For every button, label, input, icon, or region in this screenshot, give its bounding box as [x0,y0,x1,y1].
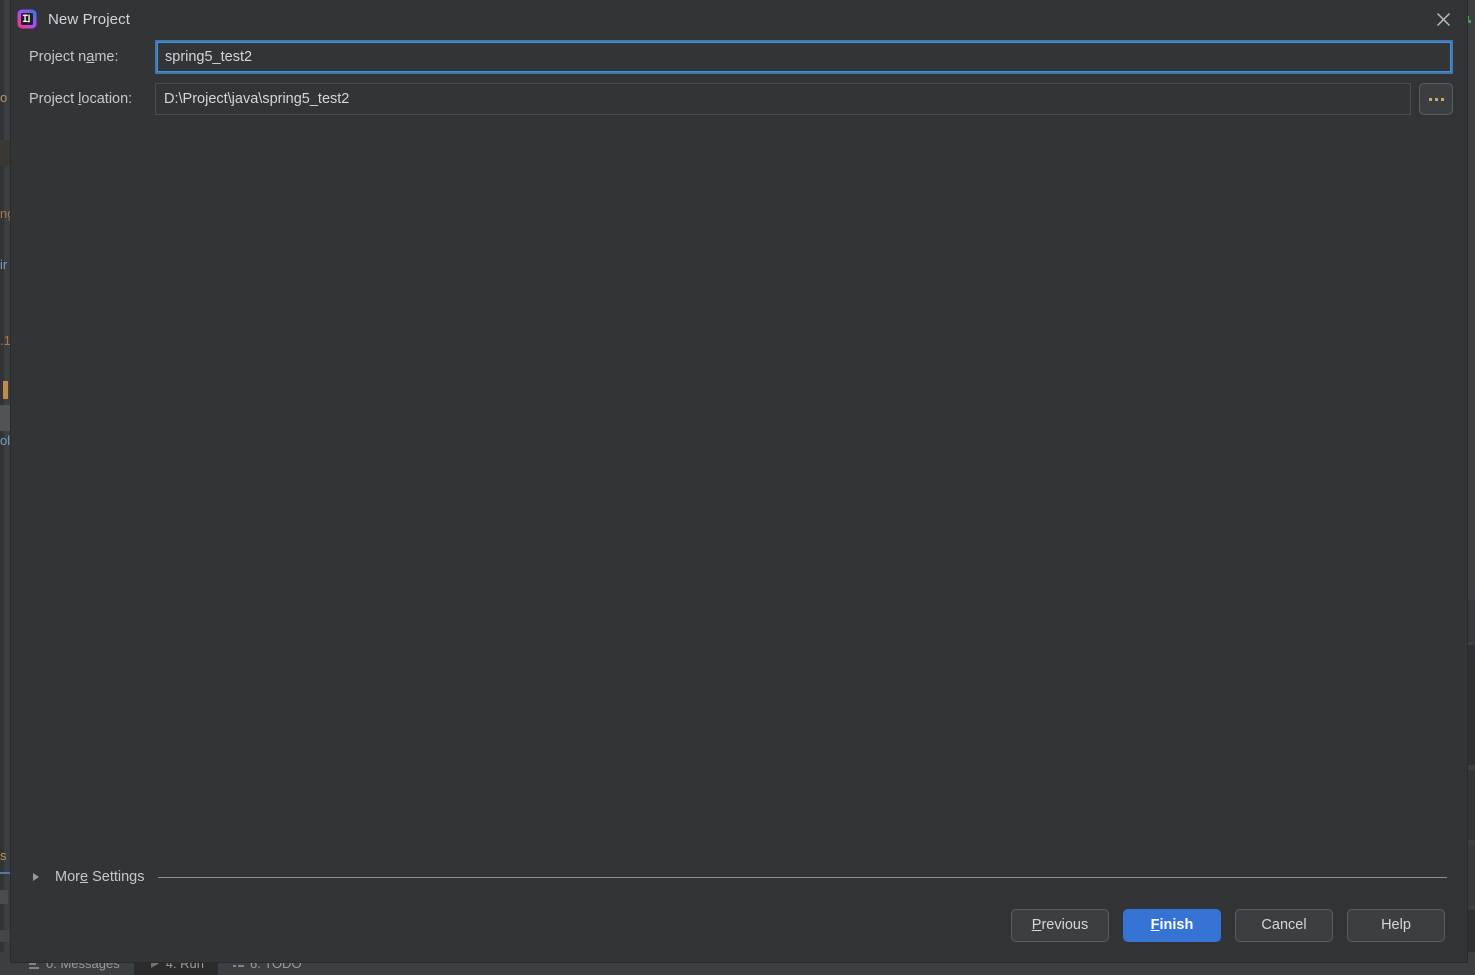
dialog-body-empty-area [11,124,1467,860]
previous-button[interactable]: Previous [1011,908,1109,942]
more-settings-toggle[interactable]: More Settings [11,860,1467,894]
more-settings-label: More Settings [55,869,145,885]
ellipsis-dot-icon [1434,97,1438,101]
browse-location-button[interactable] [1419,83,1453,115]
close-icon [1436,12,1450,26]
project-name-value: spring5_test2 [165,49,253,65]
ellipsis-dot-icon [1428,97,1432,101]
intellij-idea-icon [17,9,37,29]
ide-gutter-selected-row [0,405,11,431]
ellipsis-dot-icon [1440,97,1444,101]
project-location-row: Project location: D:\Project\java\spring… [29,83,1453,115]
ide-gutter-icon-row [0,930,9,942]
ide-gutter-text-fragment: o [0,90,8,105]
ide-gutter-text-fragment: ol [0,433,11,448]
ide-gutter-highlight-row [0,140,11,166]
close-button[interactable] [1419,0,1467,38]
finish-button[interactable]: Finish [1123,908,1221,942]
cancel-button[interactable]: Cancel [1235,908,1333,942]
more-settings-separator [158,876,1447,878]
ide-gutter-icon-row [0,890,8,904]
dialog-footer: Previous Finish Cancel Help [11,894,1467,962]
project-location-value: D:\Project\java\spring5_test2 [164,91,350,107]
project-name-input[interactable]: spring5_test2 [155,40,1453,74]
project-location-input[interactable]: D:\Project\java\spring5_test2 [155,83,1411,115]
help-button[interactable]: Help [1347,908,1445,942]
ide-gutter-text-fragment: s [0,848,7,863]
ide-gutter-text-fragment: ir [0,257,8,272]
project-name-label: Project name: [29,49,119,65]
screen: o ng ir .1 ol s 0 [0,0,1475,975]
dialog-titlebar[interactable]: New Project [11,0,1467,38]
project-name-row: Project name: spring5_test2 [29,40,1453,74]
dialog-title: New Project [48,10,130,28]
project-form: Project name: spring5_test2 Project loca… [11,38,1467,124]
new-project-dialog: New Project Project name: spring5_test2 … [11,0,1467,962]
ide-gutter-separator [0,872,11,874]
chevron-right-icon [33,873,45,881]
ide-gutter-text-fragment: .1 [0,333,11,348]
project-location-label: Project location: [29,91,133,107]
ide-gutter-orange-marker [3,381,8,399]
